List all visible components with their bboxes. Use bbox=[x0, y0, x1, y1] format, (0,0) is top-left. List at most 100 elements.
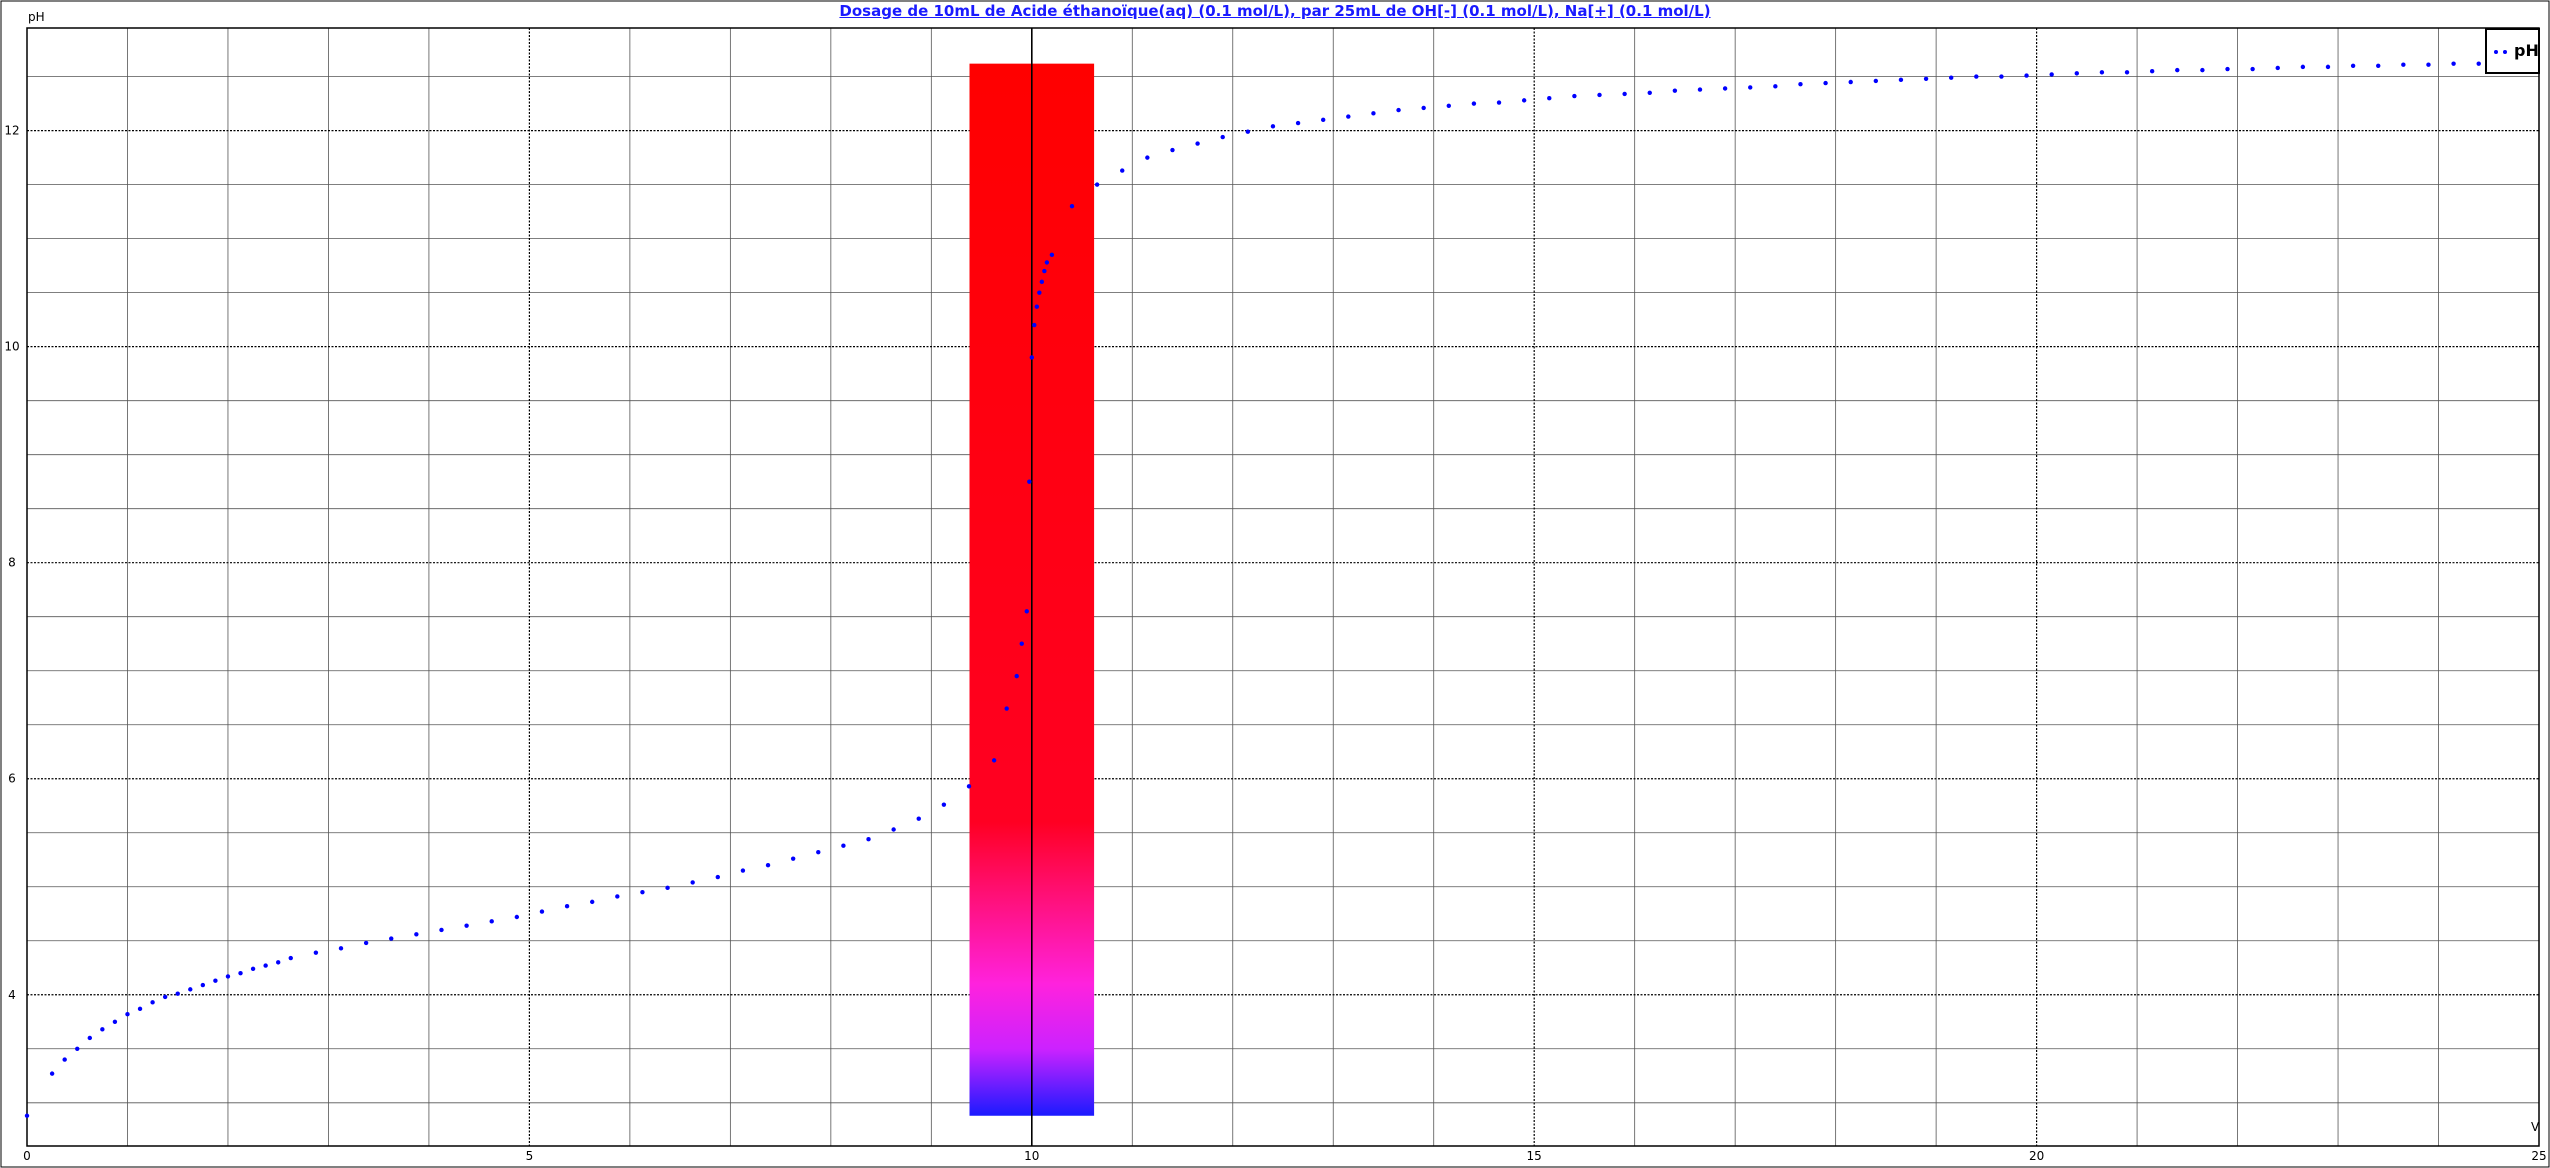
data-point bbox=[389, 936, 394, 941]
data-point bbox=[1295, 120, 1301, 126]
data-point bbox=[2124, 70, 2130, 75]
data-point bbox=[24, 1113, 30, 1118]
data-point bbox=[2376, 63, 2381, 69]
data-point bbox=[464, 923, 469, 928]
data-point bbox=[866, 837, 871, 842]
data-point bbox=[200, 982, 206, 988]
data-point bbox=[1034, 304, 1040, 309]
data-point bbox=[100, 1027, 105, 1032]
y-tick-label: 12 bbox=[4, 124, 19, 138]
tick-labels: 5 10 15 20 25 0 4 6 8 10 12 bbox=[4, 124, 2546, 1163]
data-point bbox=[539, 909, 545, 914]
data-point bbox=[238, 970, 243, 976]
data-point bbox=[1597, 92, 1602, 98]
data-point bbox=[2024, 73, 2029, 78]
data-point bbox=[1170, 147, 1175, 153]
data-point bbox=[740, 868, 746, 873]
chart-plot: 5 10 15 20 25 0 4 6 8 10 12 pH V bbox=[0, 0, 2550, 1168]
data-point bbox=[1547, 96, 1552, 101]
data-point bbox=[2401, 62, 2406, 67]
data-point bbox=[1270, 124, 1276, 129]
data-point bbox=[2149, 69, 2155, 74]
data-point bbox=[137, 1006, 143, 1012]
x-tick-label: 0 bbox=[23, 1149, 31, 1163]
data-point bbox=[1622, 91, 1627, 97]
data-point bbox=[891, 827, 896, 832]
data-point bbox=[715, 874, 720, 880]
data-point bbox=[690, 880, 695, 885]
data-point bbox=[125, 1012, 130, 1017]
data-point bbox=[1471, 101, 1477, 106]
data-point bbox=[1974, 74, 1979, 79]
data-point bbox=[1371, 111, 1376, 116]
plot-border bbox=[26, 27, 2540, 1147]
grid-minor-lines bbox=[27, 28, 2539, 1146]
data-point bbox=[991, 758, 997, 763]
data-point bbox=[1029, 355, 1035, 360]
legend: pH bbox=[2485, 28, 2540, 74]
x-tick-label: 25 bbox=[2531, 1149, 2546, 1163]
data-point bbox=[1647, 90, 1652, 96]
data-point bbox=[2325, 64, 2331, 70]
y-tick-label: 10 bbox=[4, 340, 19, 354]
data-point bbox=[175, 991, 180, 996]
data-point bbox=[1396, 107, 1401, 113]
x-tick-label: 5 bbox=[526, 1149, 534, 1163]
data-point bbox=[338, 946, 344, 951]
data-point bbox=[1014, 673, 1019, 679]
data-point bbox=[615, 894, 620, 899]
data-point bbox=[2074, 71, 2079, 76]
data-point bbox=[564, 903, 570, 909]
data-point bbox=[439, 927, 444, 933]
data-point bbox=[1037, 290, 1042, 295]
data-point bbox=[225, 974, 231, 979]
data-point bbox=[916, 816, 921, 821]
data-point bbox=[2225, 66, 2230, 72]
data-point bbox=[1042, 268, 1047, 274]
data-point bbox=[1446, 103, 1451, 108]
data-point bbox=[363, 940, 369, 946]
data-point bbox=[288, 955, 293, 961]
data-point bbox=[2099, 70, 2105, 75]
data-point bbox=[1346, 114, 1351, 119]
data-point bbox=[1044, 260, 1050, 265]
chart-title: Dosage de 10mL de Acide éthanoïque(aq) (… bbox=[839, 2, 1711, 20]
data-point bbox=[1521, 98, 1527, 103]
data-point bbox=[1773, 84, 1778, 89]
plot-frame bbox=[0, 0, 2550, 1168]
data-point bbox=[1722, 86, 1728, 91]
data-point bbox=[2300, 64, 2306, 70]
data-point bbox=[665, 885, 670, 891]
data-point bbox=[1672, 88, 1678, 93]
data-point bbox=[2049, 72, 2054, 77]
data-point bbox=[1697, 87, 1703, 92]
data-point bbox=[2275, 65, 2280, 71]
data-point bbox=[276, 960, 281, 965]
data-point bbox=[213, 978, 218, 983]
data-point bbox=[841, 843, 846, 848]
data-point bbox=[1032, 322, 1037, 328]
x-axis-label: V bbox=[2531, 1120, 2540, 1134]
data-point bbox=[1024, 609, 1029, 614]
data-point bbox=[1039, 279, 1045, 285]
legend-marker-icon bbox=[2494, 49, 2509, 55]
data-point bbox=[2250, 66, 2255, 72]
data-point bbox=[150, 1000, 155, 1005]
data-point bbox=[414, 932, 419, 937]
x-tick-label: 15 bbox=[1527, 1149, 1542, 1163]
data-point bbox=[765, 862, 771, 868]
grid-major-lines bbox=[27, 28, 2539, 1146]
data-point bbox=[1094, 182, 1100, 187]
data-point bbox=[87, 1035, 93, 1041]
data-point bbox=[62, 1057, 67, 1062]
data-point bbox=[1748, 85, 1753, 90]
data-point bbox=[790, 856, 796, 861]
data-point bbox=[1019, 641, 1024, 646]
data-point bbox=[1069, 204, 1075, 209]
data-points-layer bbox=[24, 61, 2481, 1118]
data-point bbox=[1195, 141, 1200, 146]
data-point bbox=[2350, 63, 2356, 69]
data-point bbox=[1049, 252, 1055, 258]
data-point bbox=[1421, 105, 1426, 111]
data-point bbox=[2200, 67, 2205, 73]
